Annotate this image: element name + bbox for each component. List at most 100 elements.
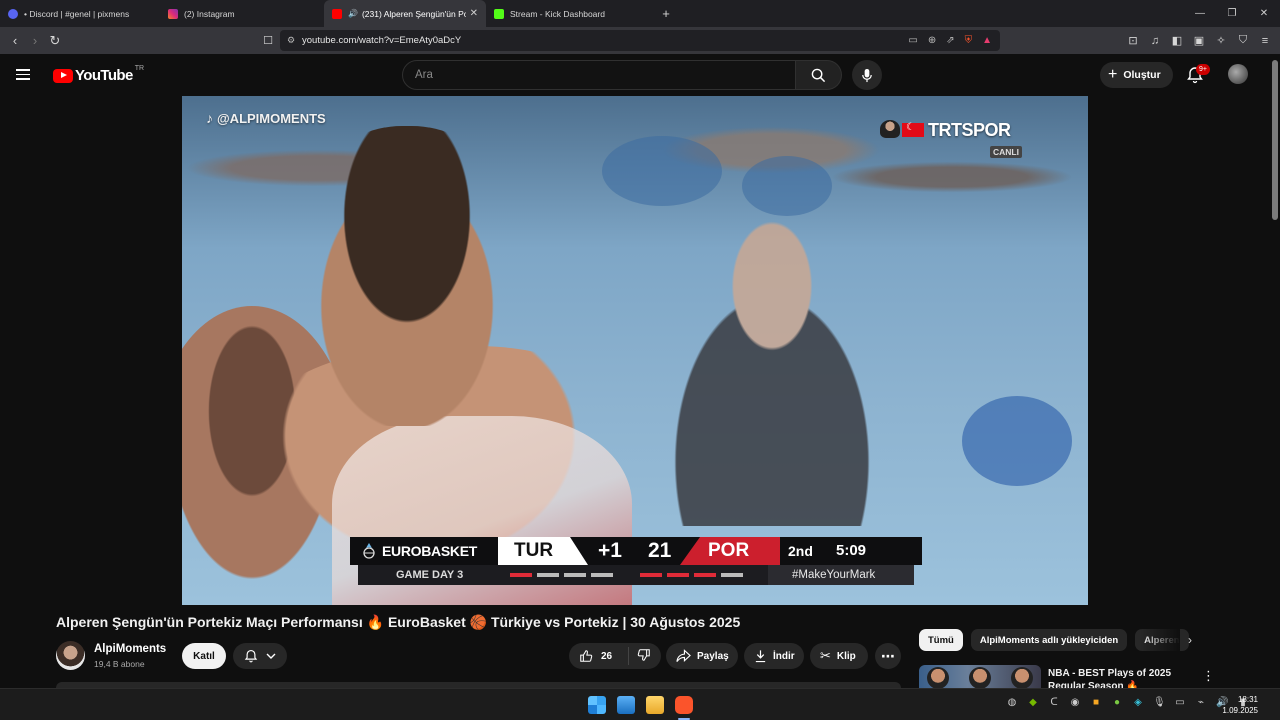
scoreboard-top: EUROBASKET TUR +1 21 POR 2nd 5:09 <box>350 537 922 565</box>
tab-kick[interactable]: Stream - Kick Dashboard <box>486 0 656 27</box>
sidebar-icon[interactable]: ◧ <box>1170 34 1184 47</box>
chip-from-uploader[interactable]: AlpiMoments adlı yükleyiciden <box>970 629 1128 651</box>
presenter-thumbnail <box>880 120 900 138</box>
search-button[interactable] <box>796 60 842 90</box>
region-code: TR <box>134 65 145 72</box>
rewards-icon[interactable]: ▲ <box>982 35 992 46</box>
tab-youtube[interactable]: 🔊 (231) Alperen Şengün'ün Port ✕ <box>324 0 486 27</box>
thumbs-up-icon <box>580 650 593 662</box>
tiktok-watermark: ♪ @ALPIMOMENTS <box>206 110 326 126</box>
browser-tab-strip: • Discord | #genel | pixmens (2) Instagr… <box>0 0 1280 27</box>
thumbs-down-icon <box>637 648 650 661</box>
minimize-icon[interactable]: — <box>1184 0 1216 27</box>
wallet-icon[interactable]: ▣ <box>1192 34 1206 47</box>
plus-icon: + <box>1108 66 1118 83</box>
tray-app-icon[interactable]: ᑕ <box>1048 697 1060 708</box>
page-scrollbar[interactable] <box>1272 60 1278 220</box>
widgets-icon[interactable] <box>617 696 635 714</box>
microphone-tray-icon[interactable]: 🎙 <box>1153 697 1166 708</box>
speaker-icon[interactable]: 🔊 <box>348 9 358 18</box>
tab-instagram[interactable]: (2) Instagram <box>160 0 320 27</box>
youtube-logo[interactable]: YouTube TR <box>53 65 145 84</box>
media-icon[interactable]: ♫ <box>1148 35 1162 47</box>
cast-icon[interactable]: ▭ <box>908 35 917 46</box>
live-badge: CANLI <box>990 146 1022 158</box>
hamburger-menu-icon[interactable] <box>16 66 34 82</box>
network-icon[interactable]: ⌁ <box>1195 697 1207 708</box>
turkish-flag-icon <box>902 122 924 137</box>
clip-label: Klip <box>836 650 856 662</box>
chip-all[interactable]: Tümü <box>919 629 963 651</box>
more-horizontal-icon: ⋯ <box>881 647 895 664</box>
channel-avatar[interactable] <box>56 641 85 670</box>
windows-taskbar: ◍ ◆ ᑕ ◉ ■ ● ◈ 🎙 ▭ ⌁ 🔊 ▮ 18:31 1.09.2025 <box>0 688 1280 720</box>
zoom-icon[interactable]: ⊕ <box>928 35 936 46</box>
site-info-icon[interactable]: ⚙ <box>280 35 302 46</box>
file-explorer-icon[interactable] <box>646 696 664 714</box>
menu-icon[interactable]: ≡ <box>1258 35 1272 47</box>
restore-icon[interactable]: ❐ <box>1216 0 1248 27</box>
tray-app-icon[interactable]: ● <box>1111 697 1123 708</box>
scoreboard: EUROBASKET TUR +1 21 POR 2nd 5:09 GAME D… <box>350 537 922 587</box>
broadcaster-text: TRTSPOR <box>928 120 1011 140</box>
new-tab-button[interactable]: + <box>656 6 676 21</box>
reload-icon[interactable]: ↻ <box>45 31 65 51</box>
account-avatar[interactable] <box>1228 64 1248 84</box>
back-icon[interactable]: ‹ <box>5 31 25 51</box>
share-icon[interactable]: ⇗ <box>946 35 954 46</box>
windows-start-icon[interactable] <box>588 696 606 714</box>
dislike-button[interactable] <box>629 648 651 665</box>
search-input[interactable]: Ara <box>402 60 796 90</box>
display-icon[interactable]: ▭ <box>1174 697 1186 708</box>
close-tab-icon[interactable]: ✕ <box>470 8 478 19</box>
share-button[interactable]: Paylaş <box>666 643 738 669</box>
youtube-header: YouTube TR Ara + Oluştur 9+ <box>0 54 1280 96</box>
like-dislike-group: 26 <box>569 643 661 669</box>
more-vertical-icon[interactable]: ⋮ <box>1202 668 1215 684</box>
recommendation-thumbnail[interactable] <box>919 665 1041 688</box>
player-head <box>282 126 532 426</box>
create-button[interactable]: + Oluştur <box>1100 62 1173 88</box>
join-button[interactable]: Katıl <box>182 643 226 669</box>
leo-icon[interactable]: ✧ <box>1214 34 1228 47</box>
arena-light <box>602 136 722 206</box>
video-player[interactable]: ♪ @ALPIMOMENTS TRTSPOR CANLI EUROBASKET … <box>182 96 1088 605</box>
search-icon <box>811 68 826 82</box>
download-icon <box>755 650 766 663</box>
voice-search-button[interactable] <box>852 60 882 90</box>
download-label: İndir <box>773 650 795 662</box>
tray-app-icon[interactable]: ◉ <box>1069 697 1081 708</box>
subscription-bell-button[interactable] <box>233 643 287 669</box>
tiktok-icon: ♪ <box>206 110 213 126</box>
url-field[interactable]: ⚙ youtube.com/watch?v=EmeAty0aDcY ▭ ⊕ ⇗ … <box>280 30 1000 51</box>
more-actions-button[interactable]: ⋯ <box>875 643 901 669</box>
subscriber-count: 19,4 B abone <box>94 659 145 669</box>
close-window-icon[interactable]: ✕ <box>1248 0 1280 27</box>
tab-label: Stream - Kick Dashboard <box>510 8 605 19</box>
screenshot-icon[interactable]: ⊡ <box>1126 34 1140 47</box>
channel-name[interactable]: AlpiMoments <box>94 643 166 655</box>
youtube-play-icon <box>53 68 73 83</box>
tray-app-icon[interactable]: ■ <box>1090 697 1102 708</box>
brave-browser-icon[interactable] <box>675 696 693 714</box>
tab-discord[interactable]: • Discord | #genel | pixmens <box>0 0 160 27</box>
vpn-icon[interactable]: ⛉ <box>1236 34 1250 47</box>
like-button[interactable]: 26 <box>569 647 629 665</box>
bell-icon <box>244 649 258 663</box>
tray-app-icon[interactable]: ◍ <box>1006 697 1018 708</box>
tray-app-icon[interactable]: ◈ <box>1132 697 1144 708</box>
bookmark-icon[interactable]: ☐ <box>258 30 278 51</box>
search-bar: Ara <box>402 60 842 90</box>
arena-light <box>962 396 1072 486</box>
hashtag: #MakeYourMark <box>768 565 914 585</box>
away-fouls <box>640 573 743 577</box>
instagram-icon <box>168 8 178 19</box>
chip-next-icon[interactable]: › <box>1188 633 1192 647</box>
forward-icon[interactable]: › <box>25 31 45 51</box>
download-button[interactable]: İndir <box>744 643 804 669</box>
clip-button[interactable]: ✂ Klip <box>810 643 868 669</box>
brave-shield-icon[interactable]: ⛨ <box>965 35 973 46</box>
system-clock[interactable]: 18:31 1.09.2025 <box>1222 694 1258 716</box>
game-clock: 5:09 <box>836 542 867 559</box>
nvidia-icon[interactable]: ◆ <box>1027 697 1039 708</box>
